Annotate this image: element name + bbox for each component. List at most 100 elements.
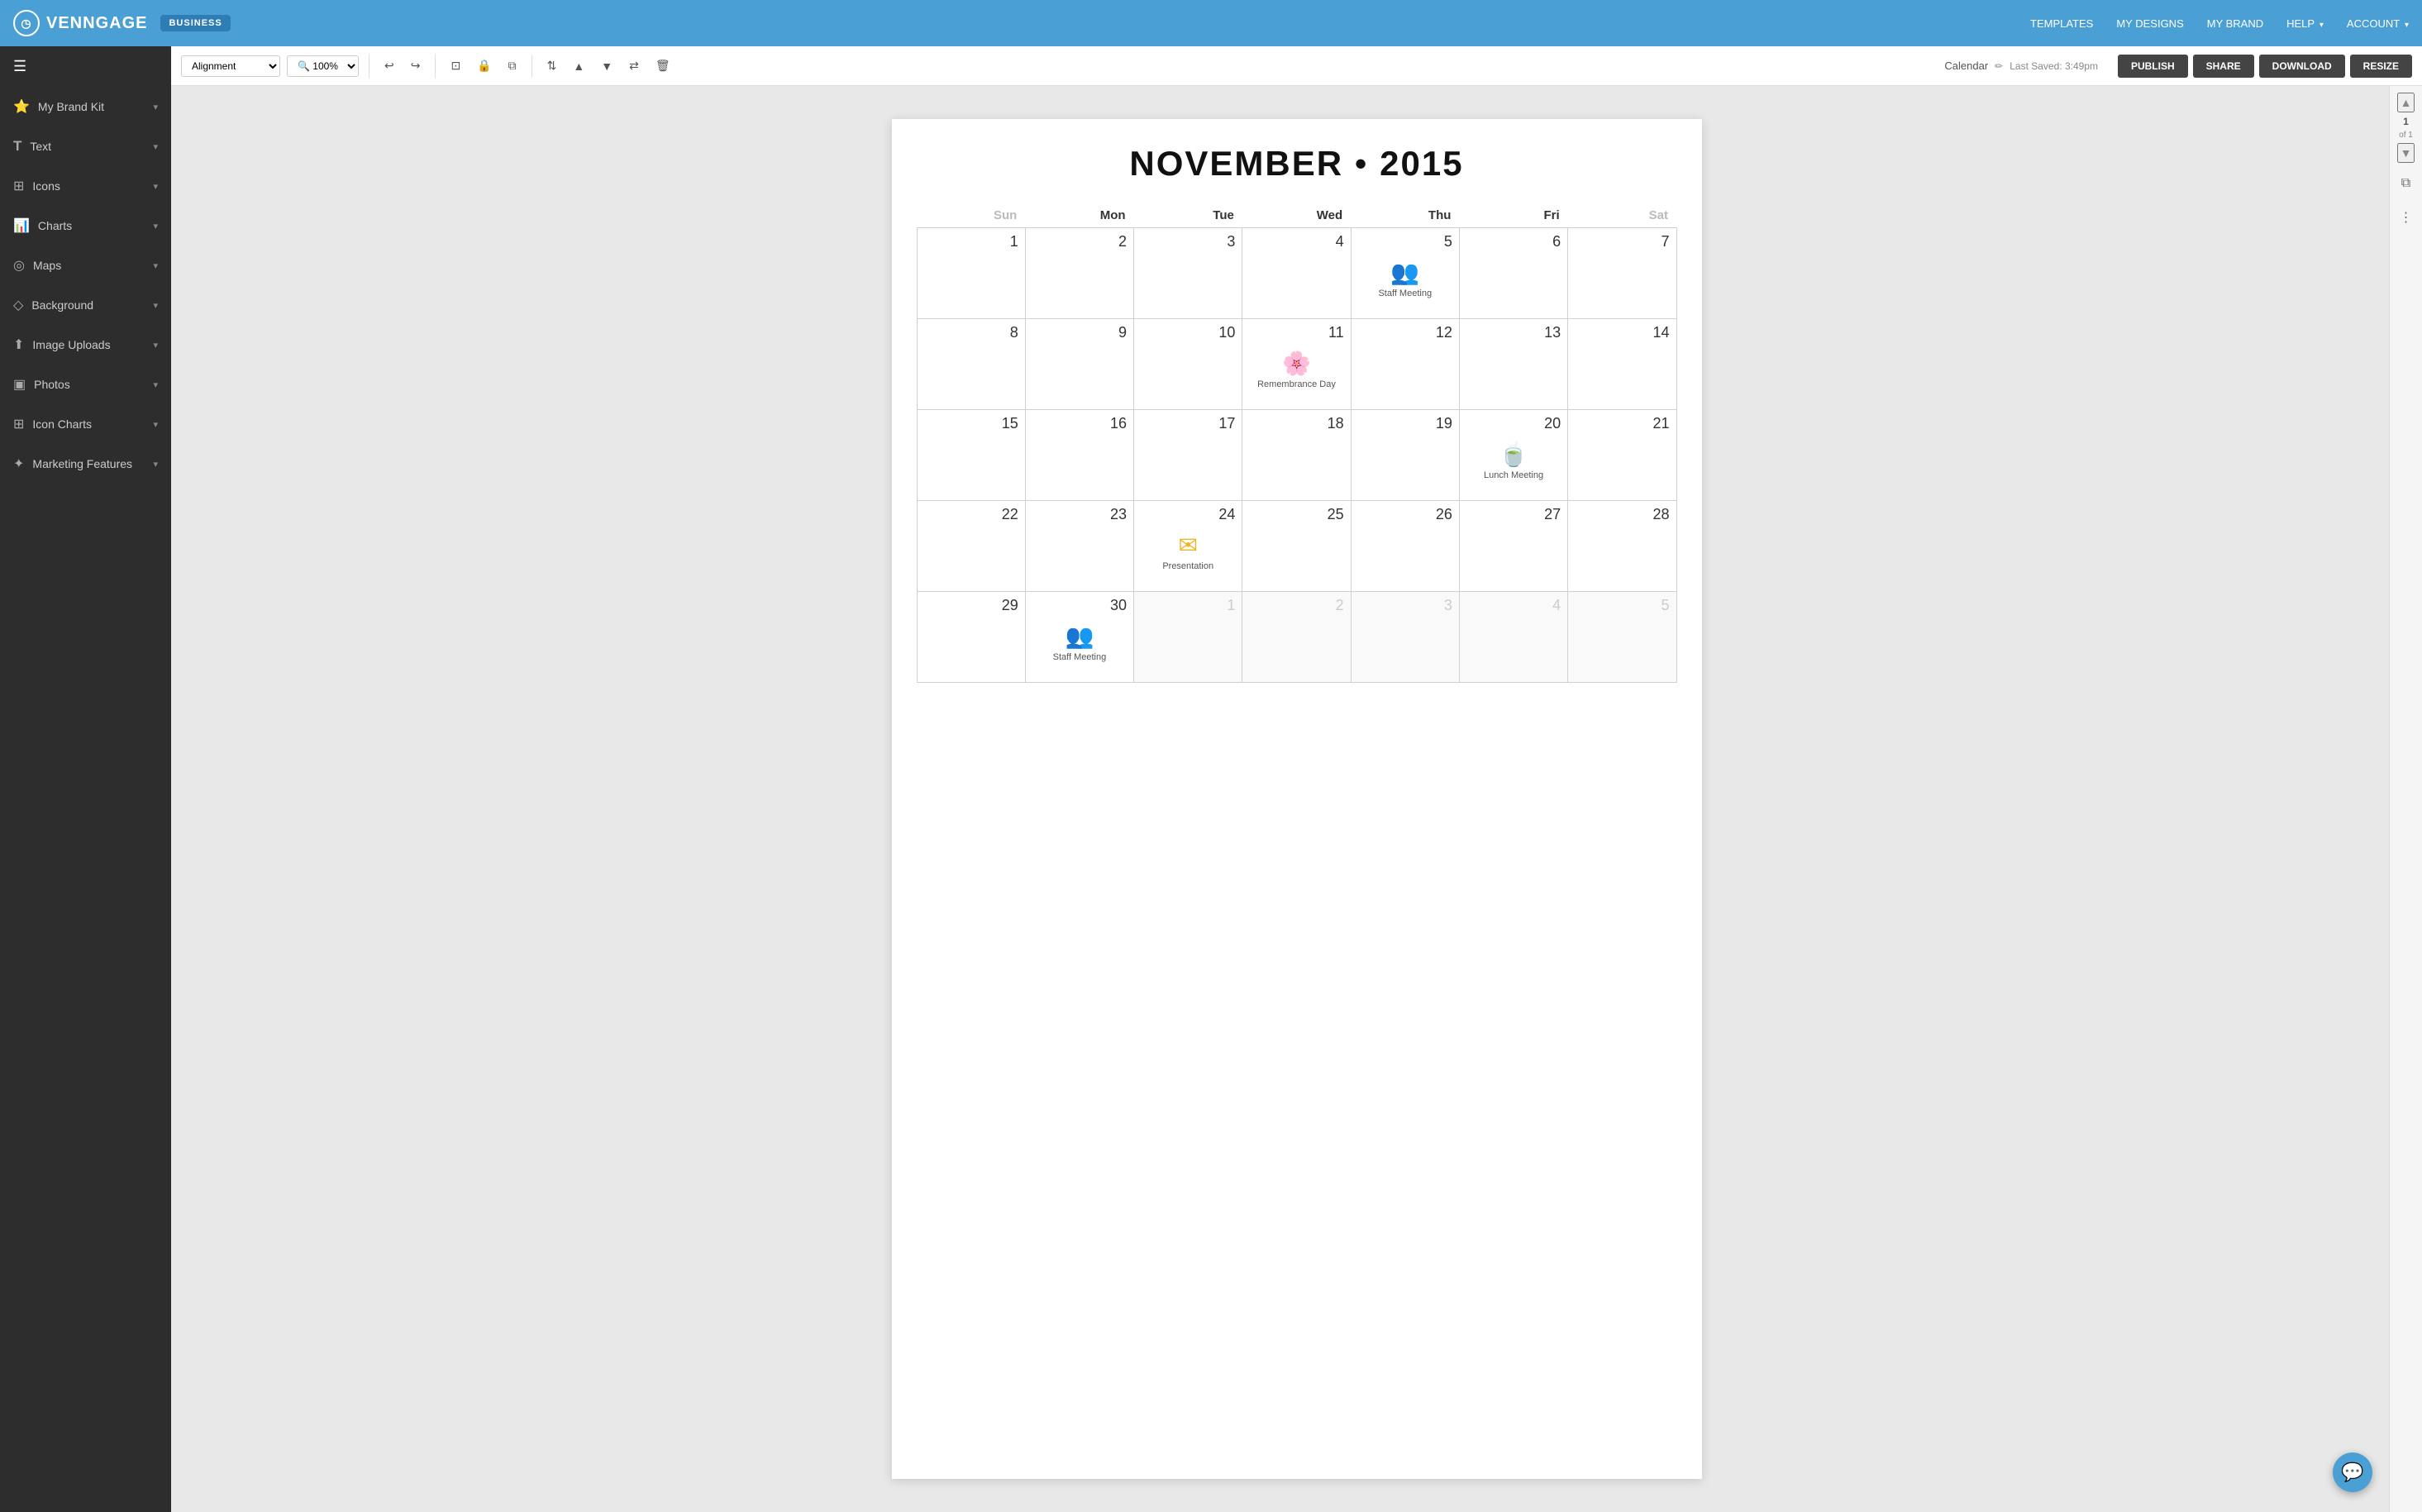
- account-dropdown-arrow: ▾: [2402, 21, 2409, 30]
- panel-icon-2[interactable]: ⋮: [2395, 204, 2418, 231]
- sidebar-item-icon-charts[interactable]: ⊞ Icon Charts ▾: [0, 404, 171, 444]
- toolbar-action-buttons: PUBLISH SHARE DOWNLOAD RESIZE: [2118, 55, 2412, 78]
- alignment-select[interactable]: Alignment: [181, 55, 280, 77]
- day-number: 3: [1358, 597, 1452, 614]
- nav-templates[interactable]: TEMPLATES: [2030, 17, 2093, 30]
- calendar-event[interactable]: 👥Staff Meeting: [1032, 622, 1127, 662]
- calendar-cell[interactable]: 21: [1568, 410, 1676, 501]
- crop-button[interactable]: ⊡: [446, 55, 465, 76]
- calendar-cell[interactable]: 28: [1568, 501, 1676, 592]
- lock-button[interactable]: 🔒: [472, 55, 496, 76]
- calendar-cell[interactable]: 22: [917, 501, 1025, 592]
- calendar-cell[interactable]: 18: [1242, 410, 1351, 501]
- calendar-cell[interactable]: 20🍵Lunch Meeting: [1459, 410, 1567, 501]
- calendar-cell[interactable]: 17: [1134, 410, 1242, 501]
- text-arrow: ▾: [153, 141, 158, 152]
- flip-h-button[interactable]: ⇅: [542, 55, 562, 76]
- nav-help[interactable]: HELP ▾: [2286, 17, 2324, 30]
- sidebar-item-icons[interactable]: ⊞ Icons ▾: [0, 166, 171, 206]
- calendar-cell[interactable]: 26: [1351, 501, 1459, 592]
- icon-charts-icon: ⊞: [13, 416, 24, 432]
- calendar-cell[interactable]: 29: [917, 592, 1025, 683]
- flip-v-button[interactable]: ⇄: [624, 55, 644, 76]
- calendar-event[interactable]: ✉Presentation: [1141, 532, 1235, 571]
- zoom-select[interactable]: 🔍 100%: [287, 55, 359, 77]
- calendar-cell[interactable]: 25: [1242, 501, 1351, 592]
- calendar-cell[interactable]: 9: [1025, 319, 1133, 410]
- calendar-cell[interactable]: 12: [1351, 319, 1459, 410]
- redo-button[interactable]: ↪: [406, 55, 426, 76]
- calendar-cell[interactable]: 6: [1459, 228, 1567, 319]
- calendar-cell[interactable]: 13: [1459, 319, 1567, 410]
- sidebar-item-my-brand-kit[interactable]: ⭐ My Brand Kit ▾: [0, 87, 171, 126]
- calendar-cell[interactable]: 27: [1459, 501, 1567, 592]
- move-down-button[interactable]: ▼: [596, 56, 617, 76]
- calendar-cell[interactable]: 5: [1568, 592, 1676, 683]
- calendar-cell[interactable]: 3: [1351, 592, 1459, 683]
- calendar-event[interactable]: 🍵 Lunch Meeting: [1466, 441, 1561, 480]
- top-navigation: ◷ VENNGAGE BUSINESS TEMPLATES MY DESIGNS…: [0, 0, 2422, 46]
- calendar-cell[interactable]: 5 👥Staff Meeting: [1351, 228, 1459, 319]
- calendar-event[interactable]: 👥Staff Meeting: [1358, 259, 1452, 298]
- calendar-cell[interactable]: 15: [917, 410, 1025, 501]
- nav-my-brand[interactable]: MY BRAND: [2207, 17, 2263, 30]
- chat-button[interactable]: 💬: [2333, 1452, 2372, 1492]
- calendar-cell[interactable]: 2: [1025, 228, 1133, 319]
- nav-account[interactable]: ACCOUNT ▾: [2347, 17, 2409, 30]
- day-number: 12: [1358, 324, 1452, 341]
- move-up-button[interactable]: ▲: [568, 56, 589, 76]
- undo-button[interactable]: ↩: [379, 55, 399, 76]
- calendar-cell[interactable]: 1: [917, 228, 1025, 319]
- delete-button[interactable]: 🗑: [651, 55, 675, 76]
- nav-my-designs[interactable]: MY DESIGNS: [2116, 17, 2183, 30]
- calendar-cell[interactable]: 7: [1568, 228, 1676, 319]
- calendar-cell[interactable]: 8: [917, 319, 1025, 410]
- calendar-cell[interactable]: 10: [1134, 319, 1242, 410]
- menu-hamburger-icon[interactable]: ☰: [0, 46, 171, 87]
- image-uploads-arrow: ▾: [153, 340, 158, 351]
- scroll-up-button[interactable]: ▲: [2397, 93, 2415, 112]
- copy-button[interactable]: ⧉: [503, 55, 522, 76]
- calendar-cell[interactable]: 19: [1351, 410, 1459, 501]
- event-icon: 🍵: [1499, 441, 1528, 468]
- sidebar-item-text[interactable]: T Text ▾: [0, 126, 171, 166]
- calendar-cell[interactable]: 24✉Presentation: [1134, 501, 1242, 592]
- calendar-cell[interactable]: 14: [1568, 319, 1676, 410]
- sidebar-item-background[interactable]: ◇ Background ▾: [0, 285, 171, 325]
- download-button[interactable]: DOWNLOAD: [2259, 55, 2345, 78]
- calendar-event[interactable]: 🌸Remembrance Day: [1249, 350, 1343, 389]
- sidebar-label-charts: Charts: [38, 219, 72, 232]
- edit-title-icon[interactable]: ✏: [1995, 60, 2003, 72]
- calendar-cell[interactable]: 30👥Staff Meeting: [1025, 592, 1133, 683]
- calendar-cell[interactable]: 1: [1134, 592, 1242, 683]
- calendar-cell[interactable]: 4: [1242, 228, 1351, 319]
- sidebar-item-photos[interactable]: ▣ Photos ▾: [0, 365, 171, 404]
- canvas-title-area: Calendar ✏ Last Saved: 3:49pm: [1944, 60, 2098, 72]
- calendar-cell[interactable]: 3: [1134, 228, 1242, 319]
- day-number: 29: [924, 597, 1018, 614]
- sidebar-item-charts[interactable]: 📊 Charts ▾: [0, 206, 171, 246]
- calendar-week-row: 891011🌸Remembrance Day 12 1314: [917, 319, 1676, 410]
- calendar-cell[interactable]: 16: [1025, 410, 1133, 501]
- canvas[interactable]: NOVEMBER • 2015 Sun Mon Tue Wed Thu Fri …: [892, 119, 1702, 1479]
- share-button[interactable]: SHARE: [2193, 55, 2254, 78]
- sidebar-label-my-brand-kit: My Brand Kit: [38, 100, 104, 113]
- scroll-down-button[interactable]: ▼: [2397, 143, 2415, 163]
- icons-icon: ⊞: [13, 178, 24, 194]
- app-logo[interactable]: ◷ VENNGAGE: [13, 10, 147, 36]
- resize-button[interactable]: RESIZE: [2350, 55, 2412, 78]
- calendar-cell[interactable]: 4: [1459, 592, 1567, 683]
- brand-kit-arrow: ▾: [153, 102, 158, 112]
- panel-icon-1[interactable]: ⧉: [2396, 171, 2415, 196]
- sidebar-item-marketing-features[interactable]: ✦ Marketing Features ▾: [0, 444, 171, 484]
- calendar-cell[interactable]: 23: [1025, 501, 1133, 592]
- calendar-cell[interactable]: 2: [1242, 592, 1351, 683]
- sidebar-item-maps[interactable]: ◎ Maps ▾: [0, 246, 171, 285]
- day-number: 28: [1575, 506, 1669, 523]
- header-fri: Fri: [1459, 203, 1567, 228]
- sidebar-item-image-uploads[interactable]: ⬆ Image Uploads ▾: [0, 325, 171, 365]
- day-number: 5: [1358, 233, 1452, 250]
- event-label: Lunch Meeting: [1484, 470, 1543, 480]
- calendar-cell[interactable]: 11🌸Remembrance Day: [1242, 319, 1351, 410]
- publish-button[interactable]: PUBLISH: [2118, 55, 2188, 78]
